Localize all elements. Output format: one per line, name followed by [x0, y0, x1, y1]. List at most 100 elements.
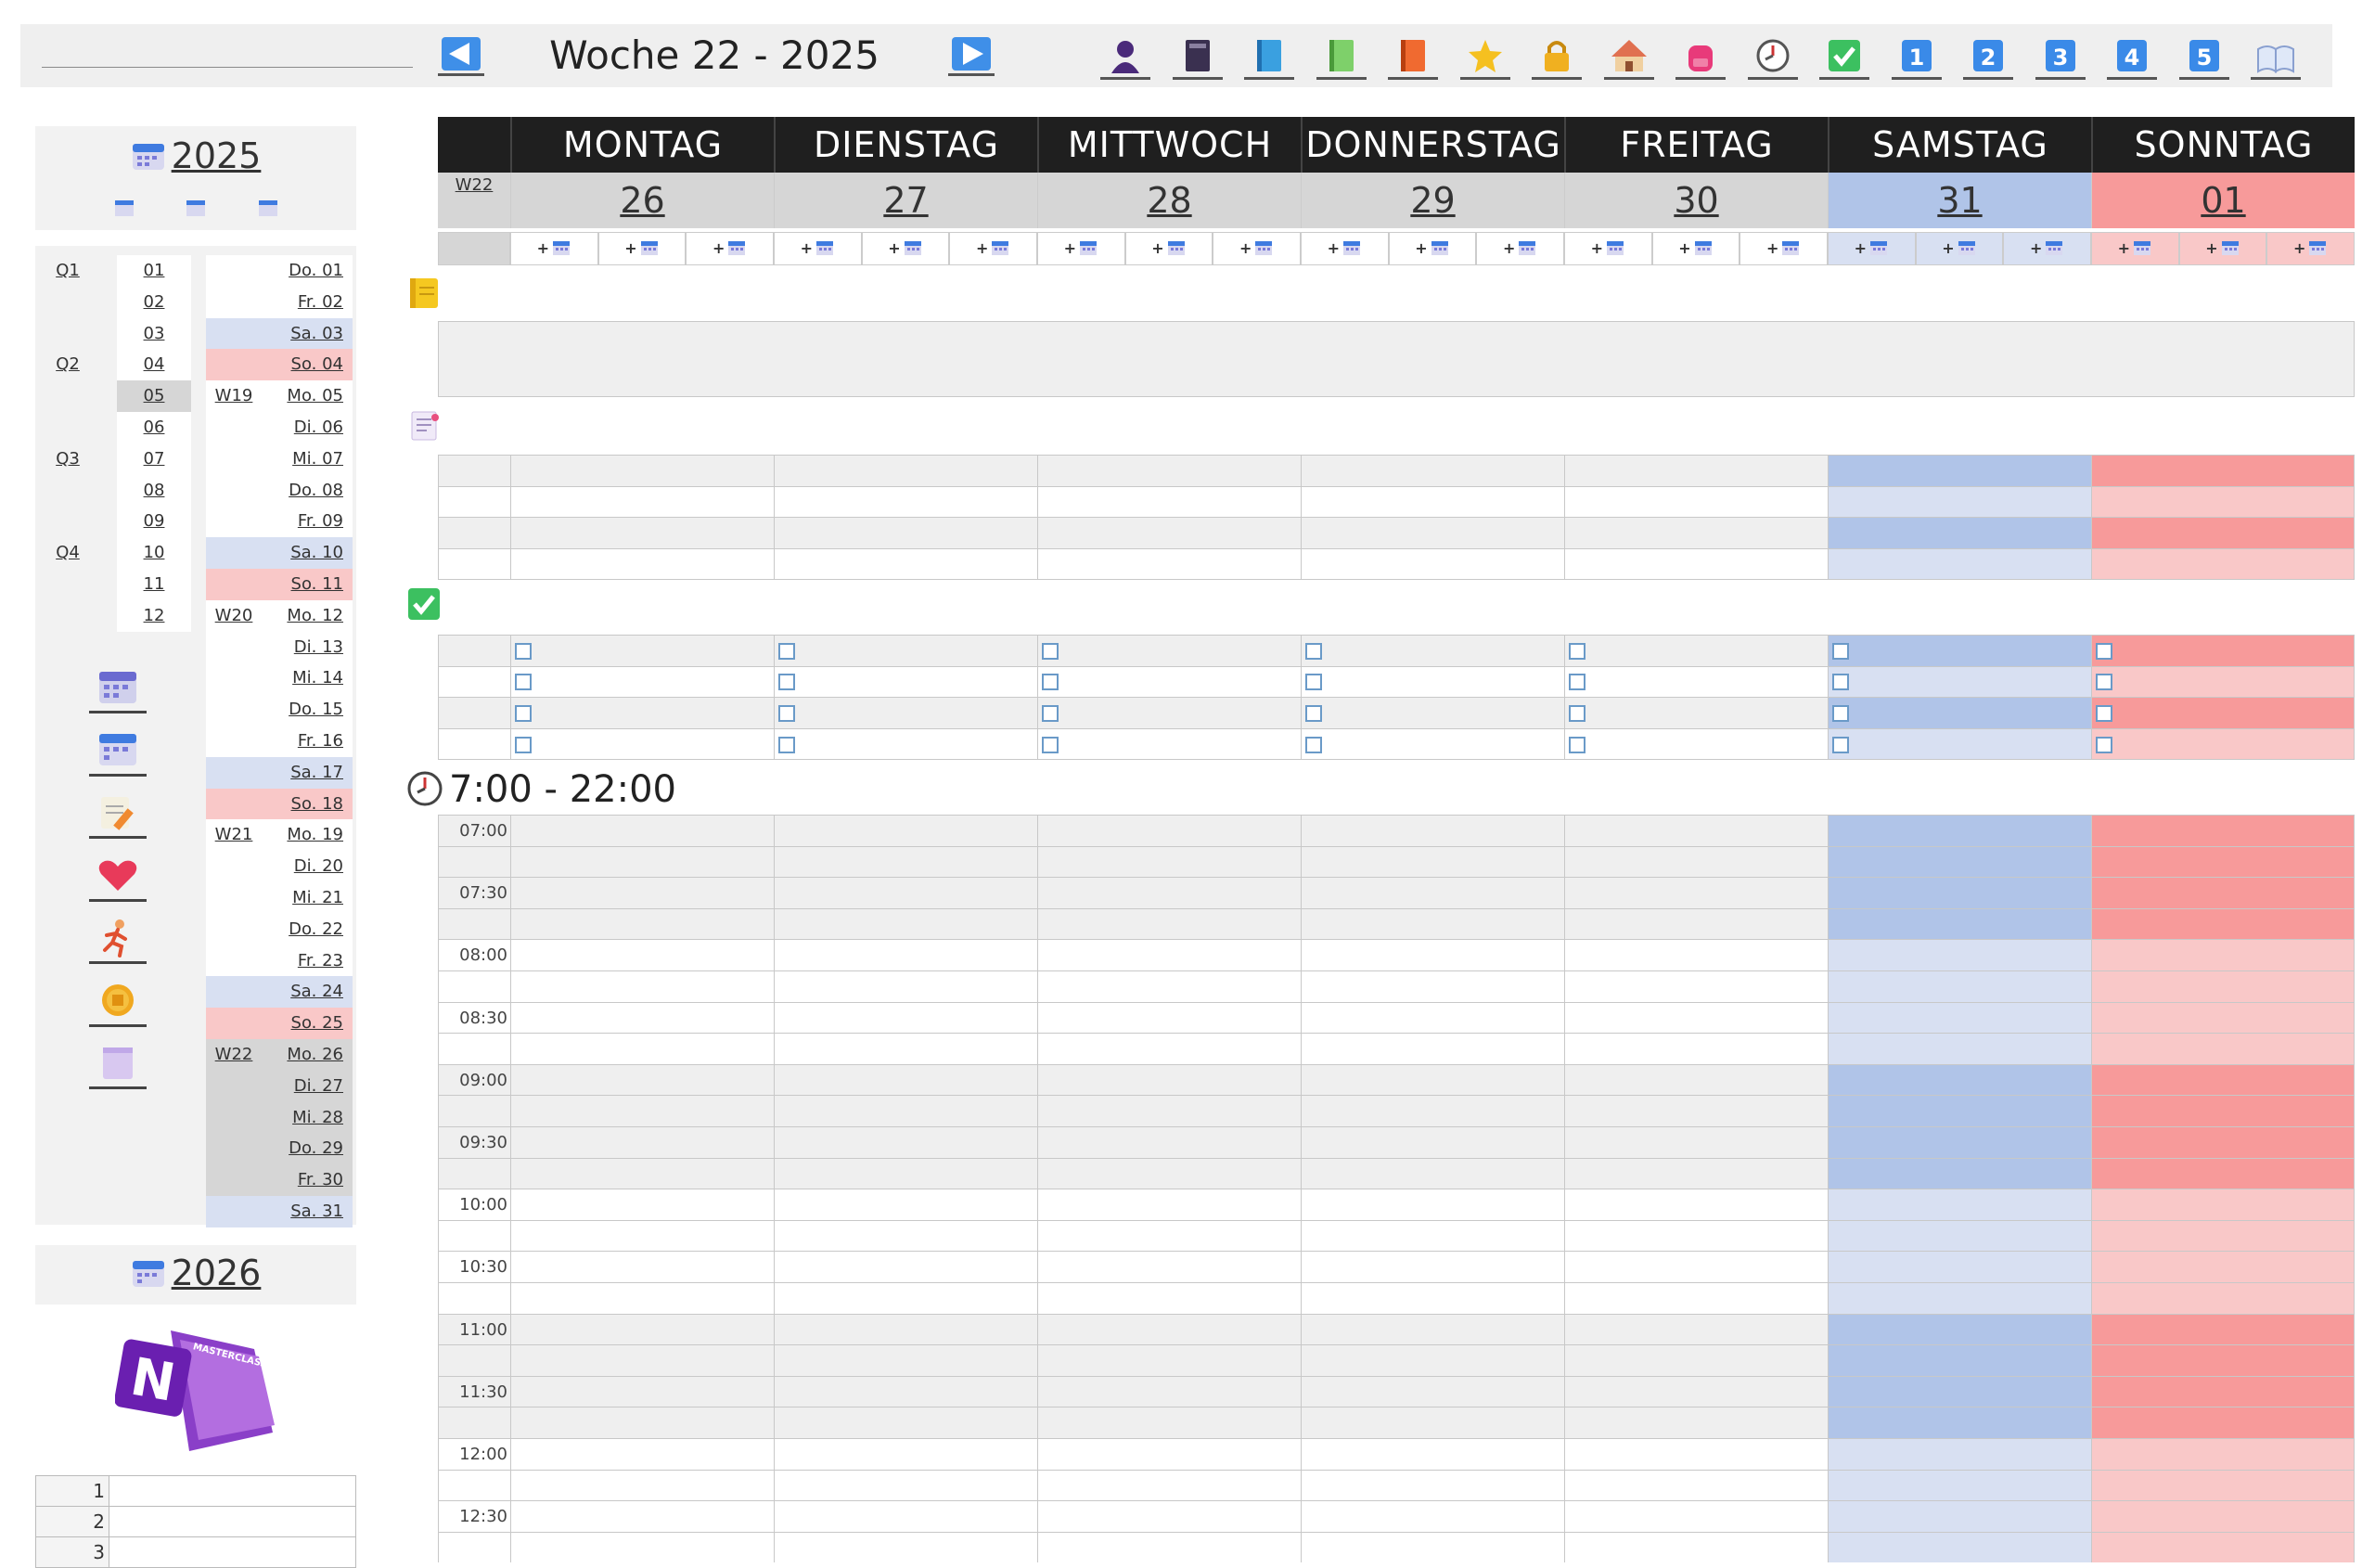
todo-checkbox[interactable] — [1042, 642, 1059, 660]
time-slot-cell[interactable] — [1037, 1438, 1301, 1470]
add-event-button[interactable]: + — [1388, 232, 1477, 265]
note-cell[interactable] — [510, 517, 774, 548]
time-slot-cell[interactable] — [1037, 1313, 1301, 1345]
note-cell[interactable] — [1301, 485, 1564, 518]
time-slot-cell[interactable] — [1037, 1251, 1301, 1282]
toolbar-notebook-green-button[interactable] — [1316, 33, 1367, 80]
time-slot-cell[interactable] — [1301, 845, 1564, 878]
time-slot-cell[interactable] — [1301, 1344, 1564, 1376]
time-slot-cell[interactable] — [1564, 1469, 1828, 1501]
todo-checkbox[interactable] — [1832, 642, 1849, 660]
todo-cell[interactable] — [1828, 727, 2091, 760]
next-week-button[interactable] — [948, 35, 995, 76]
mini-cal-day[interactable]: Do. 15 — [278, 694, 353, 726]
todo-cell[interactable] — [774, 727, 1037, 760]
time-slot-cell[interactable] — [1301, 1282, 1564, 1314]
time-slot-cell[interactable] — [1301, 1001, 1564, 1034]
time-slot-cell[interactable] — [2091, 1375, 2355, 1407]
mini-cal-day[interactable]: Sa. 03 — [278, 317, 353, 350]
add-event-button[interactable]: + — [1564, 232, 1652, 265]
time-slot-cell[interactable] — [774, 1033, 1037, 1064]
mini-cal-day[interactable]: Fr. 09 — [278, 506, 353, 538]
note-cell[interactable] — [1301, 517, 1564, 548]
time-slot-cell[interactable] — [774, 1313, 1037, 1345]
onenote-masterclass-logo[interactable]: N MASTERCLASS — [115, 1321, 278, 1457]
time-slot-cell[interactable] — [510, 815, 774, 846]
time-slot-cell[interactable] — [1564, 815, 1828, 846]
mini-cal-day[interactable]: Mo. 19 — [278, 819, 353, 852]
prev-week-button[interactable] — [438, 35, 484, 76]
time-slot-cell[interactable] — [774, 1157, 1037, 1189]
time-slot-cell[interactable] — [2091, 1063, 2355, 1096]
time-slot-cell[interactable] — [1037, 1157, 1301, 1189]
mini-cal-day[interactable]: Sa. 31 — [278, 1196, 353, 1227]
time-slot-cell[interactable] — [1037, 1095, 1301, 1126]
time-slot-cell[interactable] — [1037, 1126, 1301, 1158]
add-event-button[interactable]: + — [1301, 232, 1389, 265]
time-slot-cell[interactable] — [510, 1157, 774, 1189]
todo-checkbox[interactable] — [515, 674, 532, 691]
time-slot-cell[interactable] — [1828, 1095, 2091, 1126]
time-slot-cell[interactable] — [1828, 970, 2091, 1002]
todo-cell[interactable] — [1828, 635, 2091, 666]
todo-cell[interactable] — [1301, 697, 1564, 728]
toolbar-clock-button[interactable] — [1747, 33, 1798, 80]
time-slot-cell[interactable] — [1828, 1282, 2091, 1314]
time-slot-cell[interactable] — [1828, 1189, 2091, 1220]
todo-checkbox[interactable] — [778, 736, 795, 753]
time-slot-cell[interactable] — [1037, 1500, 1301, 1532]
time-slot-cell[interactable] — [1301, 970, 1564, 1002]
toolbar-number-1-button[interactable]: 1 — [1891, 33, 1942, 80]
time-slot-cell[interactable] — [510, 1531, 774, 1563]
note-cell[interactable] — [1564, 517, 1828, 548]
time-slot-cell[interactable] — [1828, 1313, 2091, 1345]
todo-checkbox[interactable] — [1305, 736, 1322, 753]
time-slot-cell[interactable] — [2091, 1219, 2355, 1252]
todo-cell[interactable] — [1301, 727, 1564, 760]
time-slot-cell[interactable] — [1301, 1500, 1564, 1532]
time-slot-cell[interactable] — [2091, 845, 2355, 878]
todo-cell[interactable] — [774, 697, 1037, 728]
mini-cal-day[interactable]: Mi. 21 — [278, 882, 353, 914]
time-slot-cell[interactable] — [2091, 1189, 2355, 1220]
todo-checkbox[interactable] — [1305, 704, 1322, 722]
time-slot-cell[interactable] — [510, 1189, 774, 1220]
time-slot-cell[interactable] — [510, 1500, 774, 1532]
time-slot-cell[interactable] — [1037, 815, 1301, 846]
time-slot-cell[interactable] — [2091, 1531, 2355, 1563]
todo-cell[interactable] — [1301, 635, 1564, 666]
todo-cell[interactable] — [1037, 665, 1301, 698]
time-slot-cell[interactable] — [2091, 815, 2355, 846]
note-cell[interactable] — [2091, 455, 2355, 486]
todo-checkbox[interactable] — [1042, 736, 1059, 753]
week-notes-box[interactable] — [438, 321, 2355, 397]
mini-cal-day[interactable]: Do. 01 — [278, 255, 353, 287]
mini-cal-day[interactable]: So. 11 — [278, 569, 353, 600]
time-slot-cell[interactable] — [1564, 1063, 1828, 1096]
todo-cell[interactable] — [510, 727, 774, 760]
time-slot-cell[interactable] — [774, 877, 1037, 908]
todo-cell[interactable] — [1301, 665, 1564, 698]
day-number-link[interactable]: 28 — [1037, 173, 1301, 228]
time-slot-cell[interactable] — [1301, 877, 1564, 908]
time-slot-cell[interactable] — [1037, 1189, 1301, 1220]
note-cell[interactable] — [2091, 547, 2355, 580]
todo-checkbox[interactable] — [1042, 704, 1059, 722]
toolbar-person-button[interactable] — [1100, 33, 1150, 80]
todo-checkbox[interactable] — [1569, 736, 1585, 753]
todo-cell[interactable] — [1037, 635, 1301, 666]
time-slot-cell[interactable] — [510, 1438, 774, 1470]
add-event-button[interactable]: + — [1476, 232, 1564, 265]
toolbar-lock-button[interactable] — [1532, 33, 1582, 80]
time-slot-cell[interactable] — [1564, 1219, 1828, 1252]
toolbar-checkmark-button[interactable] — [1819, 33, 1869, 80]
time-slot-cell[interactable] — [1828, 1500, 2091, 1532]
time-slot-cell[interactable] — [2091, 1407, 2355, 1438]
time-slot-cell[interactable] — [1828, 1063, 2091, 1096]
todo-cell[interactable] — [1564, 727, 1828, 760]
time-slot-cell[interactable] — [2091, 1095, 2355, 1126]
time-slot-cell[interactable] — [2091, 1500, 2355, 1532]
mini-cal-day[interactable]: Mi. 07 — [278, 443, 353, 475]
time-slot-cell[interactable] — [1564, 1126, 1828, 1158]
time-slot-cell[interactable] — [510, 1469, 774, 1501]
